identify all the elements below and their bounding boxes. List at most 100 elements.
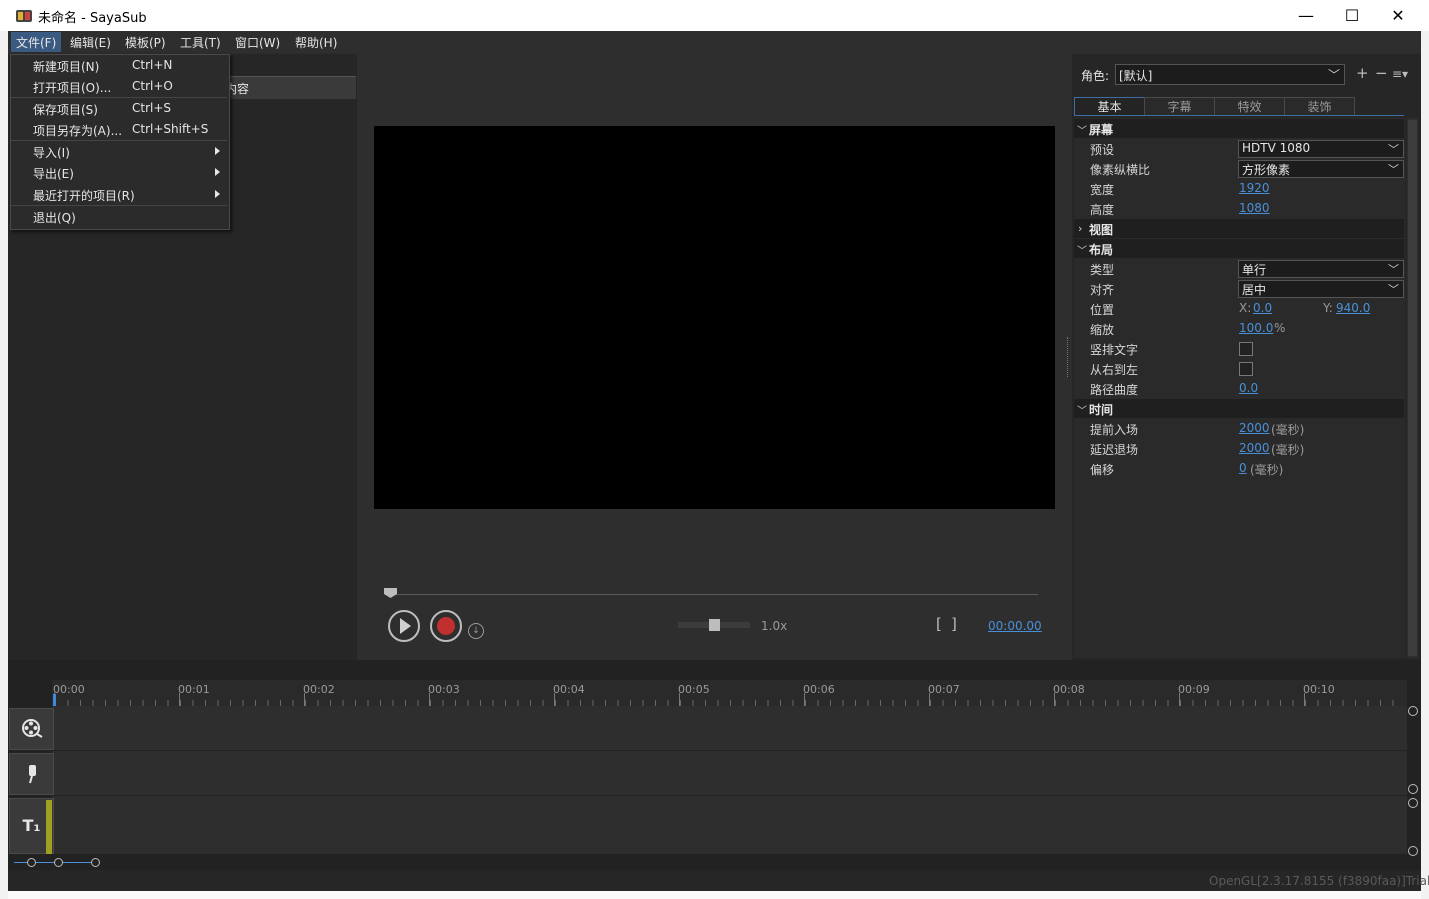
audio-track[interactable]	[52, 751, 1407, 796]
timeline-tick-label: 00:02	[303, 683, 335, 696]
offset-label: 偏移	[1090, 463, 1115, 477]
menu-item-new-project[interactable]: 新建项目(N)	[33, 58, 99, 75]
menu-window[interactable]: 窗口(W)	[235, 34, 280, 51]
chevron-down-icon: ﹀	[1077, 406, 1087, 417]
add-role-icon[interactable]: +	[1356, 64, 1369, 82]
timeline-tick-label: 00:01	[178, 683, 210, 696]
menu-tools[interactable]: 工具(T)	[180, 34, 221, 51]
section-layout-label: 布局	[1089, 243, 1114, 257]
scale-value[interactable]: 100.0	[1239, 321, 1273, 335]
offset-unit: (毫秒)	[1250, 463, 1284, 477]
microphone-icon	[28, 765, 36, 784]
height-label: 高度	[1090, 203, 1115, 217]
zoom-slider-thumb[interactable]	[27, 858, 36, 867]
zoom-slider-knob[interactable]	[54, 858, 63, 867]
type-label: 类型	[1090, 263, 1115, 277]
menu-separator	[11, 140, 227, 141]
tabs-underline	[1074, 115, 1404, 116]
role-menu-icon[interactable]: ≡▾	[1392, 67, 1408, 81]
track-scroll-knob[interactable]	[1408, 798, 1418, 808]
menu-item-save-as[interactable]: 项目另存为(A)...	[33, 122, 122, 139]
position-y-value[interactable]: 940.0	[1336, 301, 1370, 315]
timeline-tick-label: 00:08	[1053, 683, 1085, 696]
timeline-tick-label: 00:05	[678, 683, 710, 696]
timeline-tick-label: 00:00	[53, 683, 85, 696]
chevron-down-icon: ﹀	[1388, 283, 1399, 296]
lead-in-value[interactable]: 2000	[1239, 421, 1270, 435]
menu-item-export[interactable]: 导出(E)	[33, 165, 74, 182]
mark-out-button[interactable]: ]	[951, 615, 957, 633]
timeline-tick-mark	[304, 693, 305, 706]
aspect-label: 像素纵横比	[1090, 163, 1151, 177]
menu-item-save-project[interactable]: 保存项目(S)	[33, 101, 98, 118]
menu-edit[interactable]: 编辑(E)	[70, 34, 111, 51]
tab-decoration[interactable]: 装饰	[1284, 97, 1355, 116]
chevron-down-icon: ﹀	[1388, 163, 1399, 176]
timeline-tick-mark	[929, 693, 930, 706]
desktop-background-bottom	[8, 891, 1421, 899]
menu-help[interactable]: 帮助(H)	[295, 34, 337, 51]
remove-role-icon[interactable]: −	[1375, 64, 1388, 82]
section-screen-label: 屏幕	[1089, 123, 1114, 137]
curve-value[interactable]: 0.0	[1239, 381, 1258, 395]
chevron-down-icon: ﹀	[1077, 126, 1087, 137]
width-value[interactable]: 1920	[1239, 181, 1270, 195]
section-view[interactable]	[1074, 219, 1404, 238]
menu-item-open-project[interactable]: 打开项目(O)...	[33, 79, 111, 96]
lead-out-value[interactable]: 2000	[1239, 441, 1270, 455]
menu-item-exit[interactable]: 退出(Q)	[33, 209, 76, 226]
position-x-value[interactable]: 0.0	[1253, 301, 1272, 315]
tab-basic[interactable]: 基本	[1074, 97, 1145, 116]
desktop-background-right	[1421, 31, 1429, 899]
properties-scrollbar-thumb[interactable]	[1408, 120, 1417, 656]
track-scroll-knob[interactable]	[1408, 706, 1418, 716]
track-scroll-knob[interactable]	[1408, 846, 1418, 856]
offset-value[interactable]: 0	[1239, 461, 1247, 475]
mark-in-button[interactable]: [	[936, 615, 942, 633]
minimize-button[interactable]: —	[1283, 0, 1329, 31]
position-x-label: X:	[1239, 301, 1252, 315]
role-label: 角色:	[1081, 69, 1110, 83]
menu-item-recent-projects[interactable]: 最近打开的项目(R)	[33, 187, 135, 204]
video-track-header[interactable]	[9, 708, 54, 750]
speed-slider-thumb[interactable]	[709, 619, 720, 631]
maximize-button[interactable]: ☐	[1329, 0, 1375, 31]
rtl-checkbox[interactable]	[1239, 362, 1253, 376]
width-label: 宽度	[1090, 183, 1115, 197]
align-label: 对齐	[1090, 283, 1115, 297]
menu-separator	[11, 205, 227, 206]
timeline-playhead[interactable]	[53, 694, 56, 706]
vertical-text-checkbox[interactable]	[1239, 342, 1253, 356]
video-track[interactable]	[52, 706, 1407, 751]
menu-shortcut: Ctrl+N	[132, 58, 173, 72]
timeline-tick-mark	[804, 693, 805, 706]
section-layout[interactable]	[1074, 239, 1404, 258]
download-icon[interactable]: ↓	[468, 623, 484, 639]
video-preview	[374, 126, 1055, 509]
film-reel-icon	[21, 719, 43, 738]
seek-bar[interactable]	[390, 594, 1038, 595]
tab-subtitle[interactable]: 字幕	[1144, 97, 1215, 116]
tab-effects[interactable]: 特效	[1214, 97, 1285, 116]
section-screen[interactable]	[1074, 119, 1404, 138]
menu-shortcut: Ctrl+S	[132, 101, 172, 115]
menu-separator	[11, 97, 227, 98]
text-track[interactable]	[52, 796, 1407, 855]
desktop-background-left	[0, 31, 8, 899]
section-timing[interactable]	[1074, 399, 1404, 418]
close-button[interactable]: ✕	[1375, 0, 1421, 31]
menu-item-import[interactable]: 导入(I)	[33, 144, 70, 161]
menu-template[interactable]: 模板(P)	[125, 34, 166, 51]
timecode[interactable]: 00:00.00	[988, 619, 1042, 633]
menu-file[interactable]: 文件(F)	[16, 34, 56, 51]
audio-track-header[interactable]	[9, 753, 54, 795]
height-value[interactable]: 1080	[1239, 201, 1270, 215]
rtl-label: 从右到左	[1090, 363, 1139, 377]
curve-label: 路径曲度	[1090, 383, 1139, 397]
right-splitter-grip[interactable]	[1067, 337, 1070, 377]
track-scroll-knob[interactable]	[1408, 784, 1418, 794]
timeline-tick-mark	[179, 693, 180, 706]
position-y-label: Y:	[1323, 301, 1333, 315]
zoom-slider-knob[interactable]	[91, 858, 100, 867]
timeline-tick-label: 00:09	[1178, 683, 1210, 696]
